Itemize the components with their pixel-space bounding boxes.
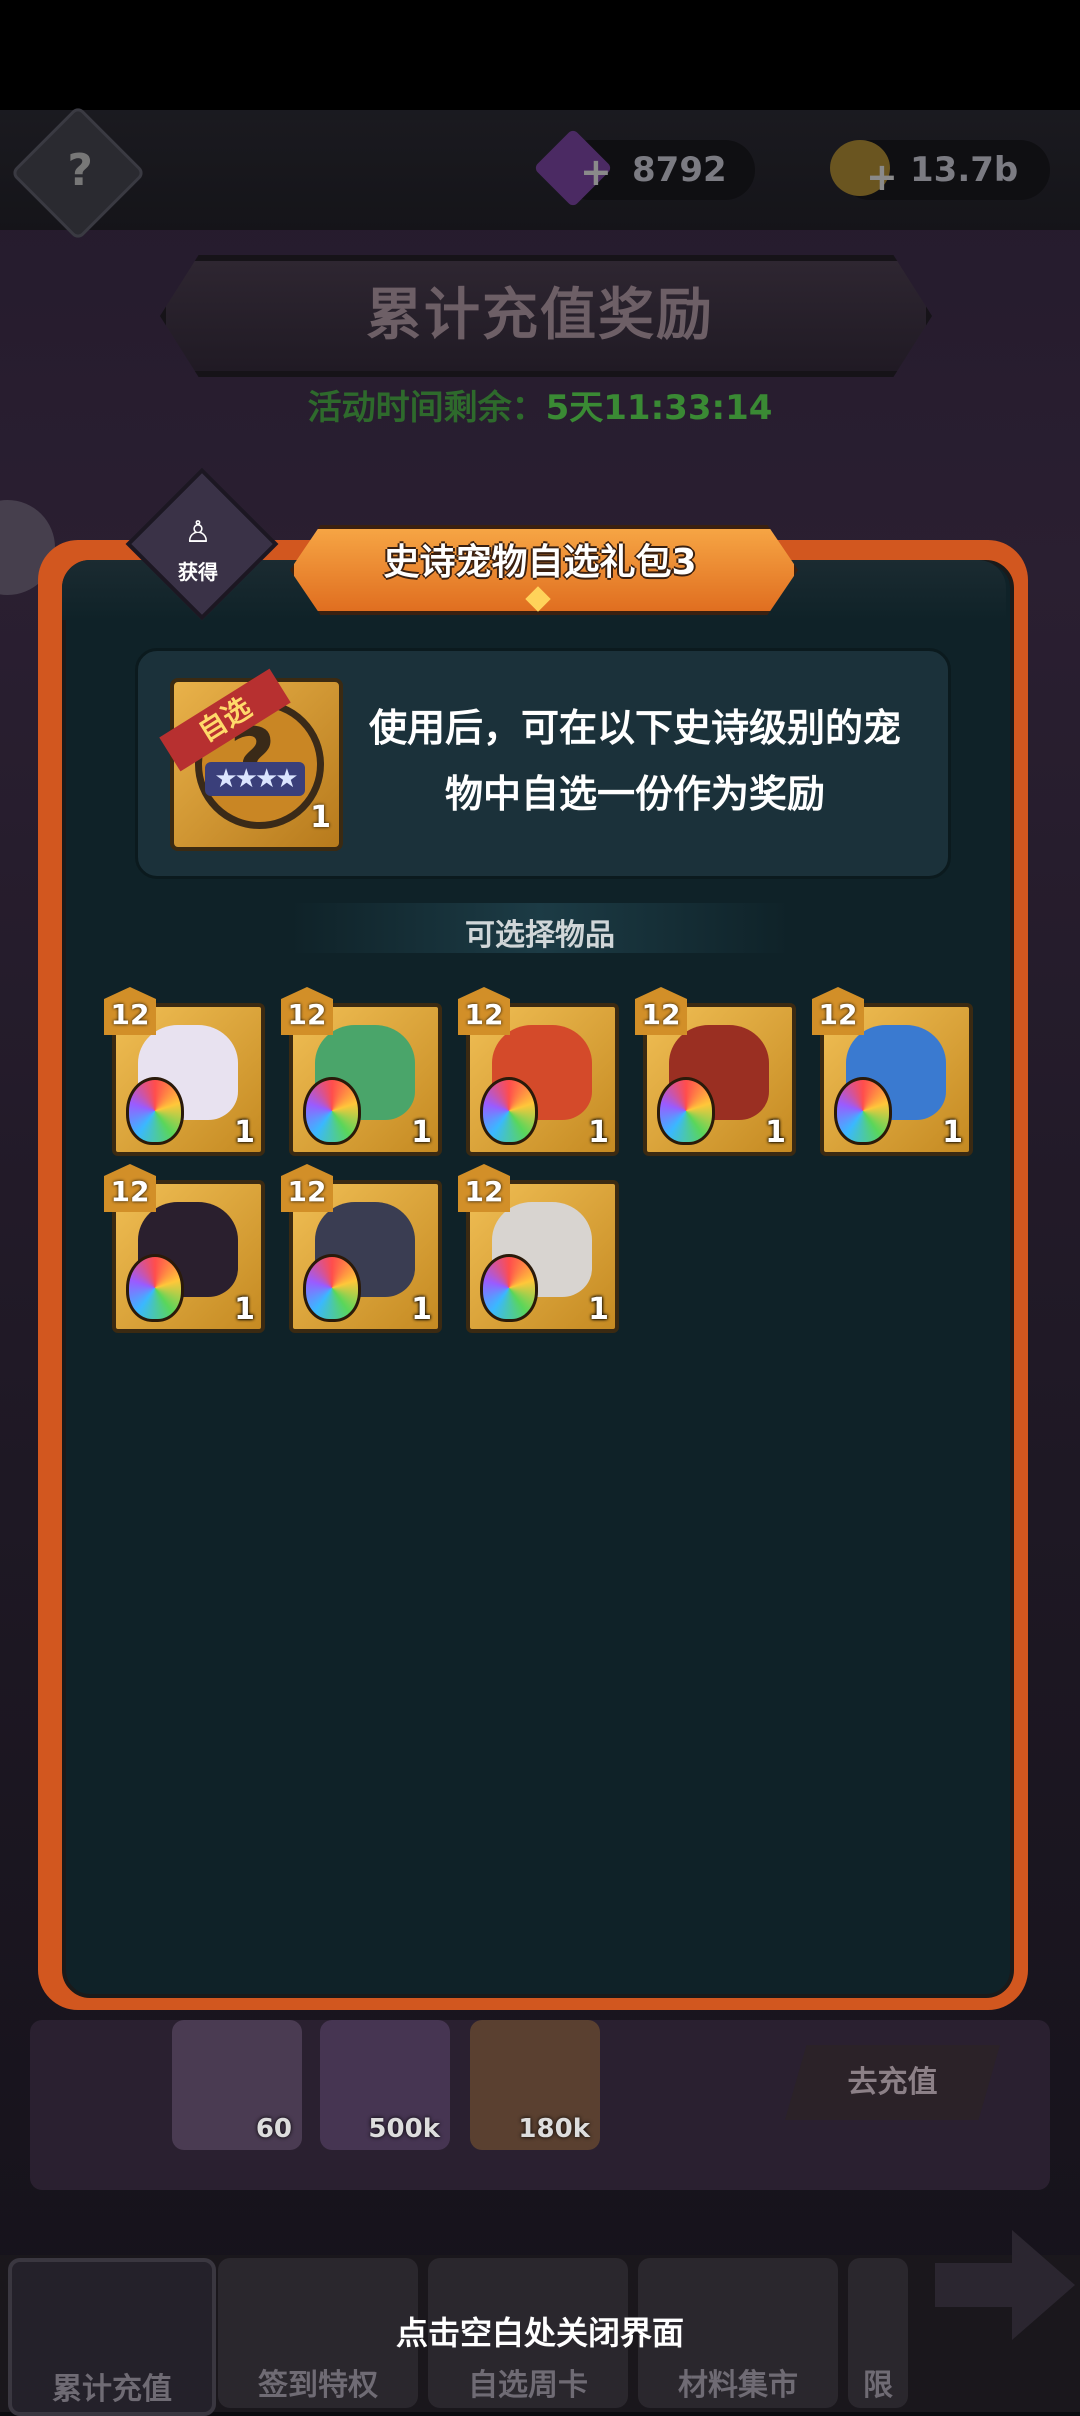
rainbow-egg-icon — [480, 1254, 538, 1322]
pet-item[interactable]: 12 1 — [458, 987, 619, 1156]
rainbow-egg-icon — [834, 1077, 892, 1145]
gold-count: 13.7b — [910, 150, 1019, 190]
pet-item[interactable]: 12 1 — [104, 987, 265, 1156]
reward-item-dust: 500k — [320, 2020, 450, 2150]
timer-label: 活动时间剩余： — [307, 388, 546, 428]
pet-count: 1 — [411, 1292, 432, 1327]
modal-title: 史诗宠物自选礼包3 — [383, 542, 697, 583]
event-timer: 活动时间剩余：5天11:33:14 — [0, 380, 1080, 429]
recharge-button[interactable]: 去充值 — [785, 2045, 1000, 2120]
rainbow-egg-icon — [303, 1077, 361, 1145]
status-area — [0, 0, 1080, 110]
help-icon: ? — [67, 144, 93, 196]
pet-count: 1 — [234, 1115, 255, 1150]
star-rating: ★★★★ — [205, 762, 305, 796]
rainbow-egg-icon — [126, 1254, 184, 1322]
rainbow-egg-icon — [303, 1254, 361, 1322]
add-gems-icon[interactable]: + — [580, 150, 612, 194]
pet-item[interactable]: 12 1 — [281, 1164, 442, 1333]
add-gold-icon[interactable]: + — [866, 155, 898, 199]
trophy-icon: ♙ — [184, 515, 212, 550]
rainbow-egg-icon — [480, 1077, 538, 1145]
gem-count: 8792 — [632, 150, 727, 190]
description-text: 使用后，可在以下史诗级别的宠物中自选一份作为奖励 — [368, 706, 901, 816]
pet-item[interactable]: 12 1 — [104, 1164, 265, 1333]
section-title: 可选择物品 — [465, 918, 615, 953]
pet-item[interactable]: 12 1 — [635, 987, 796, 1156]
pet-count: 1 — [588, 1115, 609, 1150]
event-title: 累计充值奖励 — [366, 283, 714, 348]
rainbow-egg-icon — [126, 1077, 184, 1145]
timer-value: 5天11:33:14 — [545, 388, 773, 428]
pet-count: 1 — [234, 1292, 255, 1327]
reward-item-mushroom: 180k — [470, 2020, 600, 2150]
pet-count: 1 — [942, 1115, 963, 1150]
pet-item[interactable]: 12 1 — [281, 987, 442, 1156]
pet-count: 1 — [588, 1292, 609, 1327]
rainbow-egg-icon — [657, 1077, 715, 1145]
pet-item[interactable]: 12 1 — [458, 1164, 619, 1333]
pet-item[interactable]: 12 1 — [812, 987, 973, 1156]
pack-count: 1 — [310, 800, 331, 835]
pet-count: 1 — [765, 1115, 786, 1150]
close-hint[interactable]: 点击空白处关闭界面 — [0, 2308, 1080, 2354]
obtained-label: 获得 — [178, 560, 218, 584]
reward-item-crystal: 60 — [172, 2020, 302, 2150]
pet-count: 1 — [411, 1115, 432, 1150]
